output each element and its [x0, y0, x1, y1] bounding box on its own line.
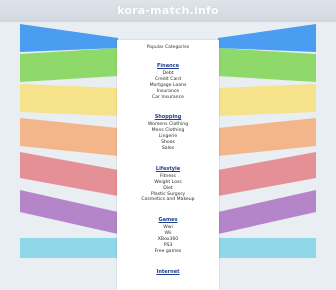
right-wing-blue — [218, 24, 316, 52]
categories-panel: Popular Categories Finance Debt Credit C… — [117, 40, 219, 290]
popular-categories-heading: Popular Categories — [146, 45, 190, 50]
right-wing-cyan — [218, 238, 316, 258]
right-wing-yellow — [218, 84, 316, 116]
right-wing-orange — [218, 118, 316, 156]
left-wing-cyan — [20, 238, 118, 258]
category-games: Games Wwi Wii XBox360 PS3 Free games — [117, 206, 219, 254]
category-title-lifestyle[interactable]: Lifestyle — [156, 165, 180, 173]
left-wing-yellow — [20, 84, 118, 116]
left-wing-pink — [20, 152, 118, 196]
left-wing-blue — [20, 24, 118, 52]
category-lifestyle: Lifestyle Fitness Weight Loss Diet Plast… — [117, 155, 219, 203]
right-wing-pink — [218, 152, 316, 196]
left-wing-purple — [20, 190, 118, 234]
category-finance: Finance Debt Credit Card Mortgage Loans … — [117, 52, 219, 100]
left-wing-green — [20, 48, 118, 82]
left-wing-orange — [20, 118, 118, 156]
right-wing-green — [218, 48, 316, 82]
right-wing — [218, 24, 316, 258]
category-title-internet[interactable]: Internet — [156, 268, 179, 276]
category-title-games[interactable]: Games — [158, 216, 177, 224]
category-title-finance[interactable]: Finance — [157, 62, 179, 70]
category-shopping: Shopping Womens Clothing Mens Clothing L… — [117, 103, 219, 151]
category-title-shopping[interactable]: Shopping — [155, 113, 182, 121]
left-wing — [20, 24, 118, 258]
category-internet: Internet — [117, 258, 219, 277]
right-wing-purple — [218, 190, 316, 234]
